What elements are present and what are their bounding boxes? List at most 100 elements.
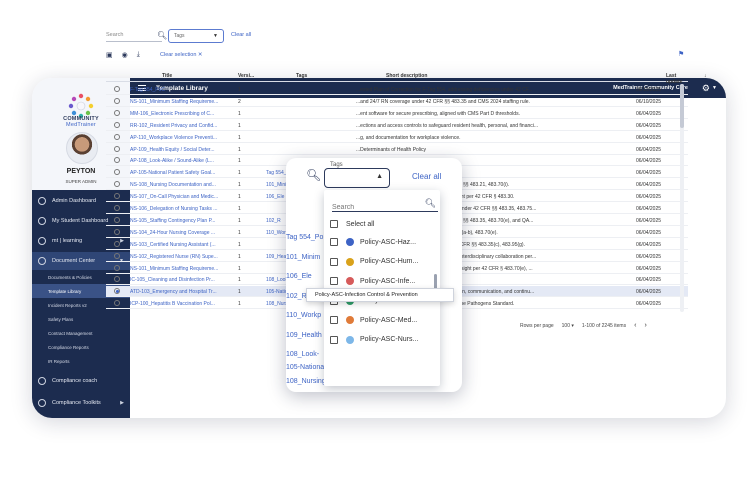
row-radio[interactable] (114, 240, 120, 247)
row-version: 1 (238, 277, 241, 284)
row-radio[interactable] (114, 193, 120, 200)
sidebar-subitem-contract-management[interactable]: Contract Management (32, 326, 130, 340)
sidebar-subitem-label: Incident Reports v2 (48, 302, 87, 308)
row-radio[interactable] (114, 109, 120, 116)
eye-icon[interactable]: ◉ (122, 51, 128, 59)
column-header-description[interactable]: Short description (386, 73, 427, 79)
background-tag: 101_Minim (286, 253, 321, 261)
row-title-link[interactable]: NS-103_Certified Nursing Assistant (... (130, 242, 234, 248)
row-radio[interactable] (114, 228, 120, 235)
tag-option[interactable]: Policy-ASC-Med... (330, 312, 434, 328)
row-title-link[interactable]: NS-105_Staffing Contingency Plan P... (130, 218, 234, 224)
table-row[interactable]: AP-109_Health Equity / Social Deter... 1.… (106, 144, 688, 155)
table-scrollbar-thumb[interactable] (680, 84, 684, 128)
table-row[interactable]: NS-101_Minimum Staffing Requireme... 2...… (106, 96, 688, 107)
row-radio[interactable] (114, 145, 120, 152)
row-title-link[interactable]: NS-107_On-Call Physician and Medic... (130, 194, 234, 200)
row-last-update: 06/04/2025 (636, 265, 662, 272)
row-radio[interactable] (114, 205, 120, 211)
row-radio[interactable] (114, 86, 120, 92)
row-last-update: 06/04/2025 (636, 301, 662, 308)
row-radio[interactable] (114, 157, 120, 164)
clear-all-link[interactable]: Clear all (412, 172, 441, 181)
sidebar-subitem-compliance-reports[interactable]: Compliance Reports (32, 340, 130, 354)
row-last-update: 06/04/2025 (636, 110, 662, 117)
column-header-tags[interactable]: Tags (296, 73, 307, 79)
row-title-link[interactable]: NS-101_Minimum Staffing Requireme... (130, 99, 234, 105)
row-radio[interactable] (114, 288, 120, 295)
rows-per-page-select[interactable]: 100 ▾ (562, 323, 574, 329)
row-title-link[interactable]: NS-104_24-Hour Nursing Coverage ... (130, 230, 234, 236)
sidebar-subitem-ir-reports[interactable]: IR Reports (32, 354, 130, 368)
row-title-link[interactable]: NS-102_Registered Nurse (RN) Supe... (130, 254, 234, 260)
tags-search-input[interactable] (332, 200, 422, 211)
row-description: ...ested Plan of Correction for F-Tag 55… (356, 87, 533, 93)
checkbox[interactable] (330, 220, 338, 228)
sidebar-subitem-safety-plans[interactable]: Safety Plans (32, 312, 130, 326)
row-title-link[interactable]: NS-108_Nursing Documentation and... (130, 182, 234, 188)
clear-selection-button[interactable]: Clear selection ✕ (160, 52, 203, 58)
next-page-icon[interactable]: › (644, 322, 646, 329)
gear-icon[interactable]: ⚙ (702, 83, 710, 94)
row-title-link[interactable]: MM-106_Electronic Prescribing of C... (130, 111, 234, 117)
tags-select-open[interactable]: ▲ (324, 168, 390, 188)
row-title-link[interactable]: ICP-100_Hepatitis B Vaccination Pol... (130, 301, 234, 307)
checkbox[interactable] (330, 238, 338, 246)
table-row[interactable]: F-Tag 554_PoC 1 ...ested Plan of Correctio… (106, 84, 688, 95)
download-icon[interactable]: ⤓ (137, 51, 140, 59)
checkbox[interactable] (330, 316, 338, 324)
row-radio[interactable] (114, 300, 120, 307)
sidebar-item-compliance-coach[interactable]: Compliance coach (32, 372, 130, 390)
tag-option[interactable]: Policy-ASC-Nurs... (330, 332, 434, 348)
row-radio[interactable] (114, 181, 120, 188)
row-radio[interactable] (114, 252, 120, 259)
row-radio[interactable] (114, 216, 120, 223)
tag-color-dot-icon (346, 238, 354, 246)
row-title-link[interactable]: ATD-103_Emergency and Hospital Tr... (130, 289, 234, 295)
row-radio[interactable] (114, 169, 120, 176)
table-row[interactable]: RR-102_Resident Privacy and Confid... 1..… (106, 120, 688, 131)
select-all-option[interactable]: Select all (330, 216, 434, 232)
row-title-link[interactable]: AP-108_Look-Alike / Sound-Alike (L... (130, 158, 234, 164)
row-title-link[interactable]: RR-102_Resident Privacy and Confid... (130, 123, 234, 129)
tags-select[interactable]: Tags ▼ (168, 29, 224, 43)
row-radio[interactable] (114, 121, 120, 128)
table-row[interactable]: AP-110_Workplace Violence Preventi... 1..… (106, 132, 688, 143)
search-icon[interactable]: 🔍︎ (157, 31, 167, 40)
row-title-link[interactable]: AP-105-National Patient Safety Goal... (130, 170, 234, 176)
sort-arrow-icon[interactable]: ↓ (704, 73, 707, 79)
avatar[interactable] (66, 132, 98, 164)
calendar-icon[interactable]: ▣ (106, 51, 113, 59)
checkbox[interactable] (330, 335, 338, 344)
row-radio[interactable] (114, 133, 120, 140)
filter-icon[interactable]: ⚑ (678, 50, 684, 58)
row-radio[interactable] (114, 276, 120, 283)
row-title-link[interactable]: NS-106_Delegation of Nursing Tasks ... (130, 206, 234, 212)
column-header-version[interactable]: Versi... (238, 73, 254, 79)
row-title-link[interactable]: AP-110_Workplace Violence Preventi... (130, 135, 234, 141)
row-last-update: 06/04/2025 (636, 122, 662, 129)
clear-all-link[interactable]: Clear all (231, 32, 251, 38)
tag-option[interactable]: Policy-ASC-Haz... (330, 234, 434, 250)
search-icon[interactable]: 🔍︎ (306, 168, 321, 182)
row-title-link[interactable]: IC-105_Cleaning and Disinfection Pr... (130, 277, 234, 283)
chevron-down-icon[interactable]: ▼ (712, 85, 717, 91)
checkbox[interactable] (330, 257, 338, 266)
tag-option[interactable]: Policy-ASC-Hum... (330, 254, 434, 270)
row-radio[interactable] (114, 97, 120, 104)
tag-option[interactable]: Policy-ASC-Infe... (330, 273, 434, 289)
table-row[interactable]: MM-106_Electronic Prescribing of C... 1..… (106, 108, 688, 119)
tag-option-label: Policy-ASC-Med... (360, 316, 418, 324)
column-header-title[interactable]: Title (162, 73, 172, 79)
row-radio[interactable] (114, 264, 120, 271)
search-input[interactable]: Search (106, 32, 123, 38)
row-version: 1 (238, 146, 241, 153)
row-title-link[interactable]: AP-109_Health Equity / Social Deter... (130, 147, 234, 153)
search-icon[interactable]: 🔍︎ (425, 198, 436, 209)
sidebar-subitem-label: Documents & Policies (48, 274, 92, 280)
row-title-link[interactable]: F-Tag 554_PoC (130, 87, 234, 93)
checkbox[interactable] (330, 277, 338, 285)
prev-page-icon[interactable]: ‹ (634, 322, 636, 329)
sidebar-item-compliance-toolkits[interactable]: Compliance Toolkits ▶ (32, 394, 130, 412)
row-title-link[interactable]: NS-101_Minimum Staffing Requireme... (130, 266, 234, 272)
